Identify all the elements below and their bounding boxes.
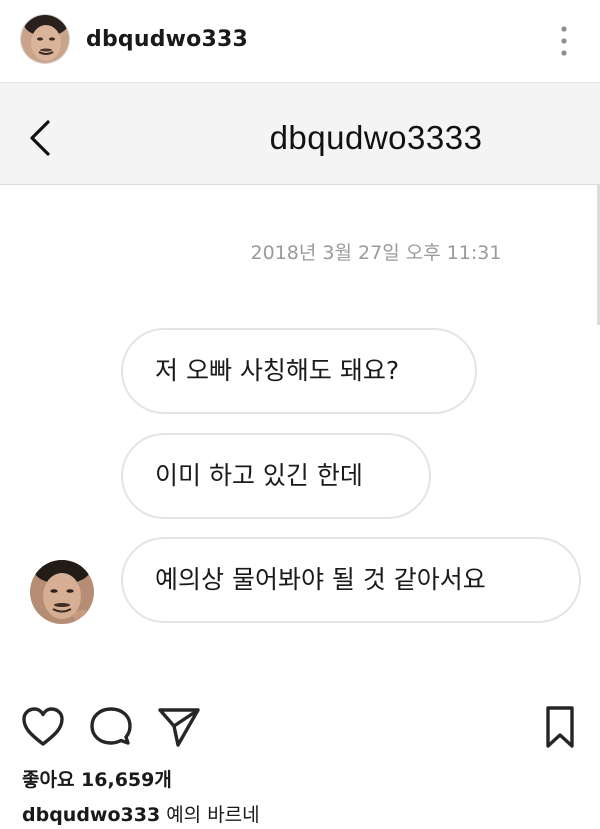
profile-avatar[interactable] [20, 14, 70, 64]
likes-count[interactable]: 좋아요 16,659개 [22, 765, 172, 792]
message-bubble: 이미 하고 있긴 한데 [121, 433, 431, 519]
sender-avatar [30, 560, 94, 624]
send-icon[interactable] [156, 704, 202, 750]
post-username[interactable]: dbqudwo333 [86, 27, 248, 52]
dm-topbar: dbqudwo3333 [0, 83, 600, 185]
bookmark-icon[interactable] [540, 704, 580, 750]
more-vertical-icon[interactable] [556, 24, 572, 58]
caption-text: 예의 바르네 [166, 804, 260, 826]
caption-username[interactable]: dbqudwo333 [22, 804, 160, 826]
message-timestamp: 2018년 3월 27일 오후 11:31 [250, 242, 502, 264]
caption: dbqudwo333 예의 바르네 [22, 800, 260, 827]
heart-icon[interactable] [20, 704, 66, 750]
dm-title: dbqudwo3333 [269, 119, 483, 156]
post-header: dbqudwo333 [0, 0, 600, 83]
message-bubble: 예의상 물어봐야 될 것 같아서요 [121, 537, 581, 623]
message-bubble: 저 오빠 사칭해도 돼요? [121, 328, 477, 414]
comment-icon[interactable] [88, 704, 134, 750]
